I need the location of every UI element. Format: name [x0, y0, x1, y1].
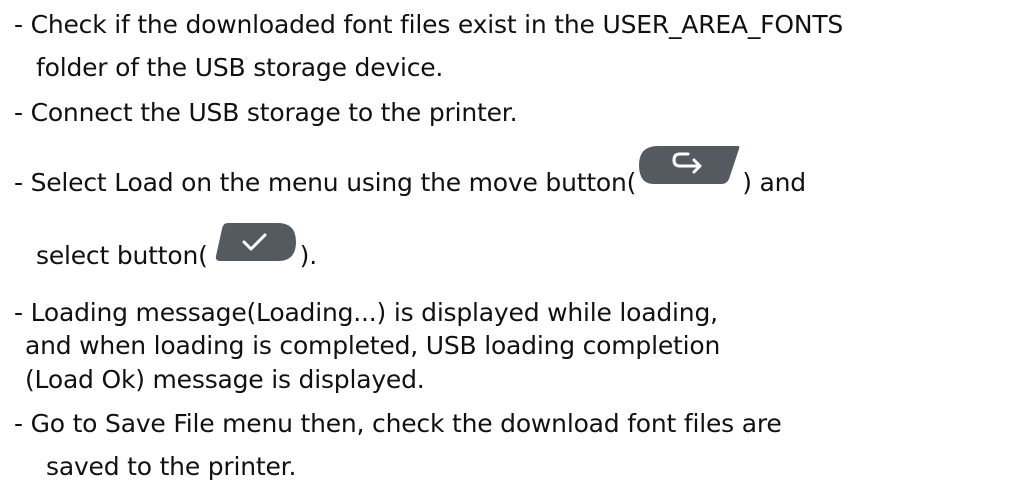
instruction-line-9: - Go to Save File menu then, check the d…: [14, 409, 782, 438]
instruction-line-10: saved to the printer.: [46, 452, 297, 481]
move-button-icon: [636, 143, 742, 187]
instruction-line-5: select button( ).: [36, 223, 318, 270]
instruction-line-5-text-after: ).: [299, 241, 318, 270]
instruction-line-4: - Select Load on the menu using the move…: [14, 146, 806, 197]
select-button-icon: [208, 219, 300, 265]
instruction-line-6: - Loading message(Loading...) is display…: [14, 298, 718, 327]
instruction-line-1: - Check if the downloaded font files exi…: [14, 10, 844, 39]
document-page: - Check if the downloaded font files exi…: [0, 0, 1024, 500]
instruction-line-7: and when loading is completed, USB loadi…: [25, 331, 721, 360]
clipped-heading-fragment: [0, 0, 1024, 6]
instruction-line-5-text-before: select button(: [36, 241, 208, 270]
instruction-line-4-text-after: ) and: [742, 168, 806, 197]
instruction-line-2: folder of the USB storage device.: [36, 53, 444, 82]
instruction-line-3: - Connect the USB storage to the printer…: [14, 98, 518, 127]
instruction-line-8: (Load Ok) message is displayed.: [25, 365, 425, 394]
instruction-line-4-text-before: - Select Load on the menu using the move…: [14, 168, 637, 197]
